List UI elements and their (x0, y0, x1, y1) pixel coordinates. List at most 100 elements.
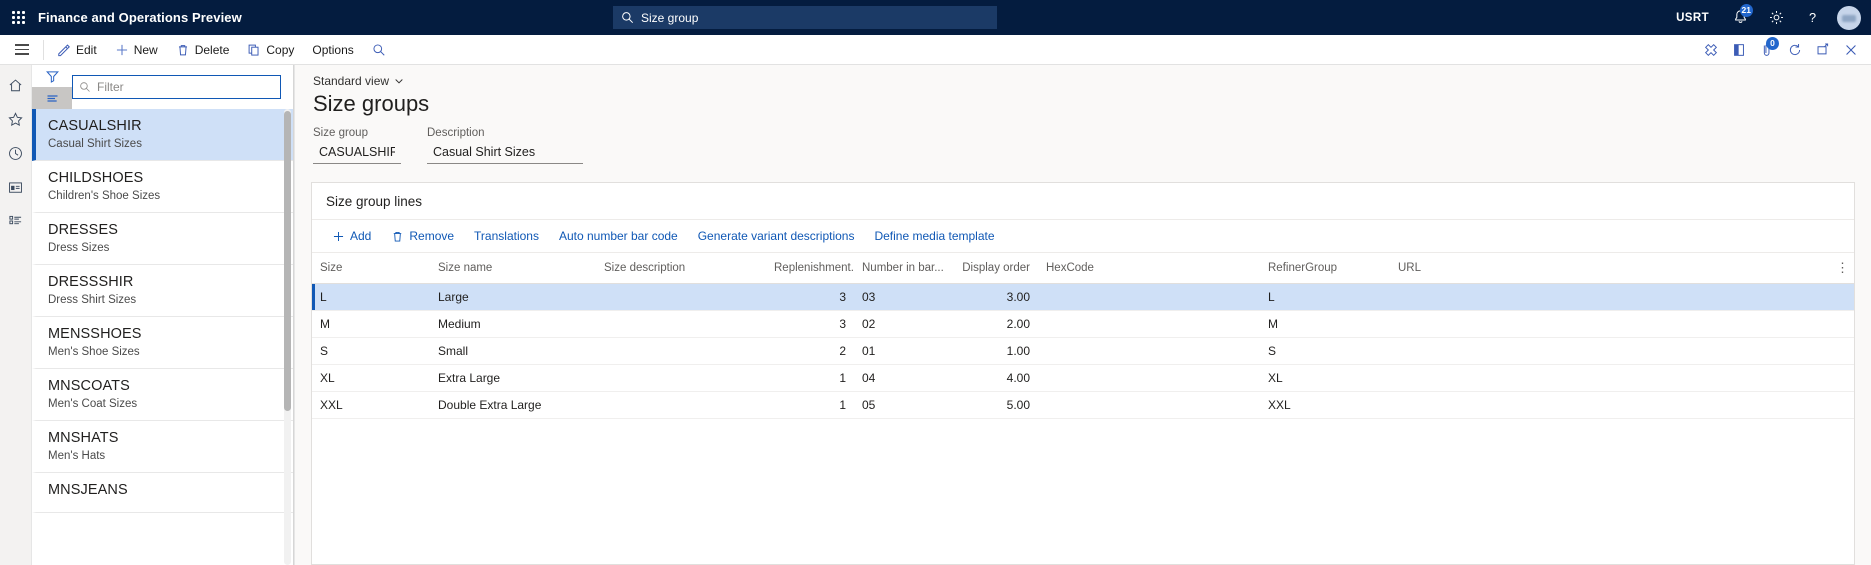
list-item[interactable]: MNSJEANS (32, 473, 293, 513)
cell-url[interactable] (1390, 392, 1828, 419)
cell-refinergroup[interactable]: S (1260, 338, 1390, 365)
cell-hexcode[interactable] (1038, 392, 1260, 419)
edit-button[interactable]: Edit (48, 35, 106, 65)
table-row[interactable]: M Medium 3 02 2.00 M (312, 311, 1854, 338)
copy-button[interactable]: Copy (238, 35, 303, 65)
cell-refinergroup[interactable]: L (1260, 284, 1390, 311)
column-header-size-description[interactable]: Size description (596, 253, 766, 284)
options-button[interactable]: Options (303, 35, 362, 65)
column-header-hexcode[interactable]: HexCode (1038, 253, 1260, 284)
column-header-number-in-bar[interactable]: Number in bar... (854, 253, 950, 284)
list-item[interactable]: DRESSSHIR Dress Shirt Sizes (32, 265, 293, 317)
cell-replenishment[interactable]: 3 (766, 284, 854, 311)
size-group-input[interactable] (313, 143, 401, 164)
cell-size-name[interactable]: Medium (430, 311, 596, 338)
book-icon[interactable] (1725, 35, 1753, 65)
cell-size-description[interactable] (596, 311, 766, 338)
list-panel-scrollbar[interactable] (284, 109, 291, 565)
list-item[interactable]: DRESSES Dress Sizes (32, 213, 293, 265)
filter-icon[interactable] (32, 65, 72, 87)
waffle-icon[interactable] (0, 11, 36, 24)
diamond-icon[interactable] (1697, 35, 1725, 65)
cell-display-order[interactable]: 2.00 (950, 311, 1038, 338)
cell-display-order[interactable]: 3.00 (950, 284, 1038, 311)
column-header-replenishment[interactable]: Replenishment... (766, 253, 854, 284)
close-icon[interactable] (1837, 35, 1865, 65)
cell-url[interactable] (1390, 338, 1828, 365)
hamburger-icon[interactable] (5, 35, 39, 65)
global-search-input[interactable]: Size group (613, 6, 997, 29)
cell-number-in-bar[interactable]: 01 (854, 338, 950, 365)
new-button[interactable]: New (106, 35, 167, 65)
cell-number-in-bar[interactable]: 03 (854, 284, 950, 311)
cell-hexcode[interactable] (1038, 338, 1260, 365)
filter-input[interactable]: Filter (72, 75, 281, 99)
cell-size-description[interactable] (596, 365, 766, 392)
modules-icon[interactable] (1, 209, 31, 233)
cell-url[interactable] (1390, 311, 1828, 338)
cell-size[interactable]: L (312, 284, 430, 311)
cell-display-order[interactable]: 5.00 (950, 392, 1038, 419)
cell-refinergroup[interactable]: XXL (1260, 392, 1390, 419)
cell-size-description[interactable] (596, 392, 766, 419)
column-options-icon[interactable]: ⋮ (1828, 253, 1854, 284)
list-item[interactable]: CASUALSHIR Casual Shirt Sizes (32, 109, 293, 161)
cell-hexcode[interactable] (1038, 284, 1260, 311)
cell-refinergroup[interactable]: XL (1260, 365, 1390, 392)
table-row[interactable]: XXL Double Extra Large 1 05 5.00 XXL (312, 392, 1854, 419)
column-header-display-order[interactable]: Display order (950, 253, 1038, 284)
cell-size-name[interactable]: Double Extra Large (430, 392, 596, 419)
attachment-icon[interactable]: 0 (1753, 35, 1781, 65)
view-selector[interactable]: Standard view (295, 65, 404, 88)
bell-icon[interactable]: 21 (1723, 0, 1757, 35)
table-row[interactable]: L Large 3 03 3.00 L (312, 284, 1854, 311)
cell-size-name[interactable]: Large (430, 284, 596, 311)
cell-number-in-bar[interactable]: 05 (854, 392, 950, 419)
cell-replenishment[interactable]: 1 (766, 392, 854, 419)
table-row[interactable]: S Small 2 01 1.00 S (312, 338, 1854, 365)
cell-hexcode[interactable] (1038, 365, 1260, 392)
cell-number-in-bar[interactable]: 04 (854, 365, 950, 392)
cell-size-description[interactable] (596, 338, 766, 365)
generate-variant-descriptions-button[interactable]: Generate variant descriptions (688, 225, 865, 247)
add-button[interactable]: Add (322, 225, 381, 247)
define-media-template-button[interactable]: Define media template (864, 225, 1004, 247)
cell-size-description[interactable] (596, 284, 766, 311)
column-header-refinergroup[interactable]: RefinerGroup (1260, 253, 1390, 284)
refresh-icon[interactable] (1781, 35, 1809, 65)
cell-replenishment[interactable]: 2 (766, 338, 854, 365)
delete-button[interactable]: Delete (167, 35, 239, 65)
translations-button[interactable]: Translations (464, 225, 549, 247)
cell-url[interactable] (1390, 284, 1828, 311)
cell-size[interactable]: S (312, 338, 430, 365)
cell-size[interactable]: M (312, 311, 430, 338)
command-search-button[interactable] (363, 35, 395, 65)
cell-refinergroup[interactable]: M (1260, 311, 1390, 338)
column-header-size-name[interactable]: Size name (430, 253, 596, 284)
column-header-size[interactable]: Size (312, 253, 430, 284)
help-icon[interactable]: ? (1795, 0, 1829, 35)
cell-size-name[interactable]: Small (430, 338, 596, 365)
list-item[interactable]: MNSHATS Men's Hats (32, 421, 293, 473)
list-item[interactable]: CHILDSHOES Children's Shoe Sizes (32, 161, 293, 213)
description-input[interactable] (427, 143, 583, 164)
list-panel-scroll-thumb[interactable] (284, 111, 291, 411)
cell-display-order[interactable]: 4.00 (950, 365, 1038, 392)
list-item[interactable]: MNSCOATS Men's Coat Sizes (32, 369, 293, 421)
remove-button[interactable]: Remove (381, 225, 464, 247)
list-view-icon[interactable] (32, 87, 72, 109)
avatar[interactable] (1837, 6, 1861, 30)
cell-replenishment[interactable]: 3 (766, 311, 854, 338)
table-row[interactable]: XL Extra Large 1 04 4.00 XL (312, 365, 1854, 392)
cell-number-in-bar[interactable]: 02 (854, 311, 950, 338)
cell-size[interactable]: XL (312, 365, 430, 392)
gear-icon[interactable] (1759, 0, 1793, 35)
auto-number-bar-code-button[interactable]: Auto number bar code (549, 225, 688, 247)
cell-size-name[interactable]: Extra Large (430, 365, 596, 392)
cell-replenishment[interactable]: 1 (766, 365, 854, 392)
cell-hexcode[interactable] (1038, 311, 1260, 338)
column-header-url[interactable]: URL (1390, 253, 1828, 284)
workspace-icon[interactable] (1, 175, 31, 199)
home-icon[interactable] (1, 73, 31, 97)
cell-size[interactable]: XXL (312, 392, 430, 419)
